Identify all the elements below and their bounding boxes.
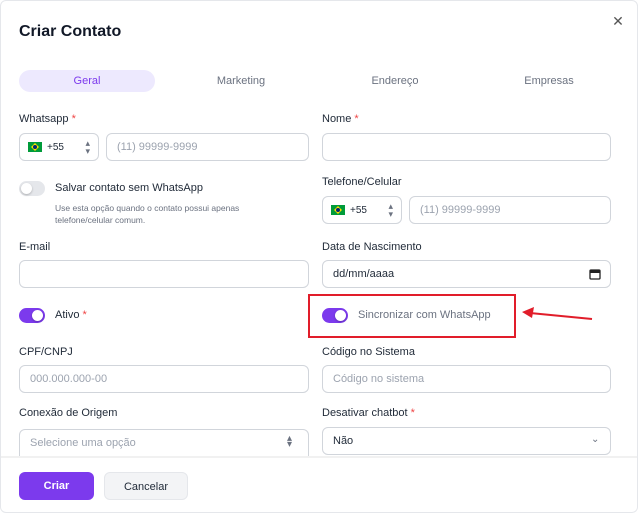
sort-arrows-icon: ▴ ▾ xyxy=(287,433,293,450)
whatsapp-label: Whatsapp * xyxy=(19,113,76,125)
salvar-sem-whatsapp-label: Salvar contato sem WhatsApp xyxy=(55,182,203,194)
ativo-label: Ativo * xyxy=(55,309,87,321)
cpf-input[interactable]: 000.000.000-00 xyxy=(19,365,309,393)
close-icon[interactable]: ✕ xyxy=(610,13,626,29)
data-nascimento-input[interactable]: dd/mm/aaaa xyxy=(322,260,611,288)
sort-arrows-icon: ▴ ▾ xyxy=(388,201,393,219)
sort-arrows-icon: ▴ ▾ xyxy=(85,138,90,156)
email-input[interactable] xyxy=(19,260,309,288)
data-nascimento-label: Data de Nascimento xyxy=(322,241,422,253)
salvar-sem-whatsapp-help: Use esta opção quando o contato possui a… xyxy=(55,203,240,225)
footer-divider xyxy=(1,456,637,458)
brazil-flag-icon xyxy=(28,142,42,152)
modal-title: Criar Contato xyxy=(19,23,122,40)
chatbot-label: Desativar chatbot * xyxy=(322,407,415,419)
toggle-knob xyxy=(21,183,32,194)
salvar-sem-whatsapp-toggle[interactable] xyxy=(19,181,45,196)
telefone-input[interactable]: (11) 99999-9999 xyxy=(409,196,611,224)
whatsapp-input[interactable]: (11) 99999-9999 xyxy=(106,133,309,161)
tab-marketing[interactable]: Marketing xyxy=(169,70,313,92)
conexao-label: Conexão de Origem xyxy=(19,407,118,419)
tab-geral[interactable]: Geral xyxy=(19,70,155,92)
calendar-icon[interactable] xyxy=(589,268,601,280)
codigo-input[interactable]: Código no sistema xyxy=(322,365,611,393)
codigo-label: Código no Sistema xyxy=(322,346,415,358)
email-label: E-mail xyxy=(19,241,51,253)
chevron-down-icon: ⌄ xyxy=(591,434,600,445)
chatbot-select[interactable]: Não xyxy=(322,427,611,455)
annotation-highlight-box xyxy=(308,294,516,338)
whatsapp-country-select[interactable]: +55 ▴ ▾ xyxy=(19,133,99,161)
cancelar-button[interactable]: Cancelar xyxy=(104,472,188,500)
nome-label: Nome * xyxy=(322,113,359,125)
toggle-knob xyxy=(32,310,43,321)
ativo-toggle[interactable] xyxy=(19,308,45,323)
tab-empresas[interactable]: Empresas xyxy=(477,70,621,92)
create-contact-modal: Criar Contato ✕ Geral Marketing Endereço… xyxy=(0,0,638,513)
telefone-label: Telefone/Celular xyxy=(322,176,402,188)
annotation-arrow-icon xyxy=(522,307,593,320)
telefone-country-select[interactable]: +55 ▴ ▾ xyxy=(322,196,402,224)
brazil-flag-icon xyxy=(331,205,345,215)
tab-bar: Geral Marketing Endereço Empresas xyxy=(19,70,611,92)
cpf-label: CPF/CNPJ xyxy=(19,346,73,358)
conexao-select[interactable]: Selecione uma opção xyxy=(19,429,309,457)
nome-input[interactable] xyxy=(322,133,611,161)
tab-endereco[interactable]: Endereço xyxy=(323,70,467,92)
criar-button[interactable]: Criar xyxy=(19,472,94,500)
